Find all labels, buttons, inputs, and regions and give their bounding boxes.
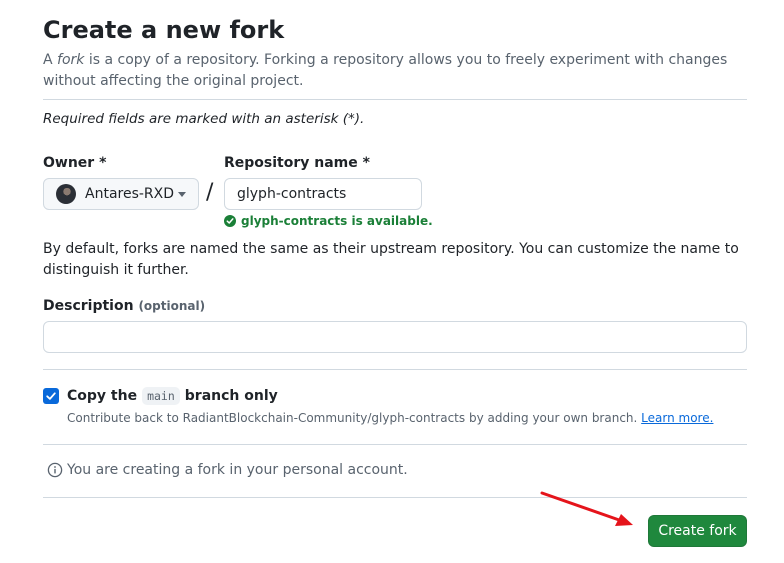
optional-tag: (optional) — [138, 299, 206, 313]
avatar — [56, 184, 76, 204]
description-input[interactable] — [43, 321, 747, 353]
owner-name: Antares-RXD — [85, 186, 175, 202]
copy-branch-description: Contribute back to RadiantBlockchain-Com… — [67, 411, 714, 425]
owner-dropdown[interactable]: Antares-RXD — [43, 178, 199, 210]
check-circle-icon — [224, 215, 236, 227]
divider — [43, 369, 747, 370]
description-label: Description (optional) — [43, 298, 206, 314]
page-description: A fork is a copy of a repository. Forkin… — [43, 52, 728, 89]
naming-help-text: By default, forks are named the same as … — [43, 241, 739, 278]
branch-name-code: main — [142, 387, 180, 405]
availability-message: glyph-contracts is available. — [224, 214, 433, 228]
copy-main-branch-checkbox[interactable] — [43, 388, 59, 404]
create-fork-button[interactable]: Create fork — [648, 515, 747, 547]
checkmark-icon — [46, 392, 56, 400]
chevron-down-icon — [178, 191, 186, 197]
repository-name-input[interactable] — [224, 178, 422, 210]
divider — [43, 99, 747, 100]
required-fields-note: Required fields are marked with an aster… — [43, 111, 365, 127]
page-title: Create a new fork — [43, 16, 285, 44]
availability-text: glyph-contracts is available. — [241, 214, 433, 228]
divider — [43, 444, 747, 445]
personal-account-notice: You are creating a fork in your personal… — [47, 462, 408, 478]
fork-term: fork — [57, 52, 85, 68]
notice-text: You are creating a fork in your personal… — [67, 462, 408, 478]
learn-more-link[interactable]: Learn more. — [641, 411, 713, 425]
owner-label: Owner * — [43, 155, 107, 171]
repository-name-label: Repository name * — [224, 155, 370, 171]
owner-repo-separator: / — [206, 180, 214, 205]
copy-branch-label[interactable]: Copy the main branch only — [67, 387, 278, 405]
red-arrow-icon — [540, 491, 633, 526]
info-icon — [47, 462, 63, 478]
divider — [43, 497, 747, 498]
